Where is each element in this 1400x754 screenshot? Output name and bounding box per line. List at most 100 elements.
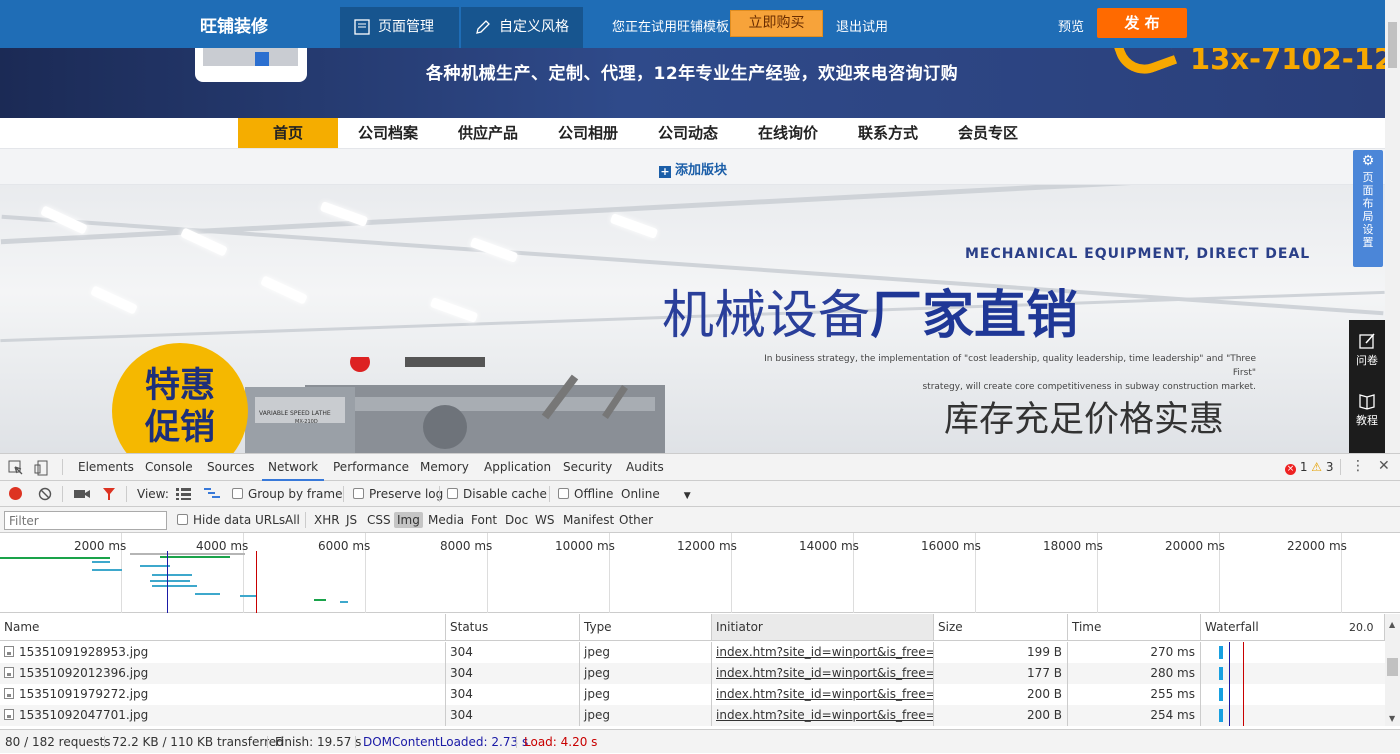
requests-table: Name Status Type Initiator Size Time Wat… xyxy=(0,614,1385,726)
disable-cache-checkbox[interactable]: Disable cache xyxy=(447,487,547,501)
waterfall-view-icon[interactable] xyxy=(204,488,220,500)
hide-data-urls-checkbox[interactable]: Hide data URLs xyxy=(177,513,285,527)
column-header-initiator[interactable]: Initiator xyxy=(712,614,934,641)
row-initiator-link[interactable]: index.htm?site_id=winport&is_free=fal... xyxy=(716,666,933,680)
buy-now-button[interactable]: 立即购买 xyxy=(730,10,823,37)
row-initiator[interactable]: index.htm?site_id=winport&is_free=fal... xyxy=(712,705,934,726)
page-manage-tab[interactable]: 页面管理 xyxy=(340,7,459,48)
row-size: 199 B xyxy=(934,642,1068,663)
column-header-time[interactable]: Time xyxy=(1068,614,1201,641)
custom-style-tab[interactable]: 自定义风格 xyxy=(461,7,583,48)
tutorial-button[interactable]: 教程 xyxy=(1349,392,1385,428)
filter-js[interactable]: JS xyxy=(346,513,357,527)
nav-item-company-profile[interactable]: 公司档案 xyxy=(338,118,438,148)
scroll-down-icon[interactable]: ▼ xyxy=(1389,714,1395,723)
waterfall-label: Waterfall xyxy=(1205,620,1259,634)
filter-other[interactable]: Other xyxy=(619,513,653,527)
survey-button[interactable]: 问卷 xyxy=(1349,332,1385,368)
row-initiator-link[interactable]: index.htm?site_id=winport&is_free=fal... xyxy=(716,687,933,701)
capture-screenshots-icon[interactable] xyxy=(74,488,90,500)
more-options-icon[interactable]: ⋮ xyxy=(1351,458,1365,474)
site-slogan: 各种机械生产、定制、代理，12年专业生产经验，欢迎来电咨询订购 xyxy=(426,64,959,84)
tab-sources[interactable]: Sources xyxy=(207,454,254,481)
overview-request-bar xyxy=(130,553,245,555)
tab-security[interactable]: Security xyxy=(563,454,612,481)
requests-scrollbar[interactable]: ▲ ▼ xyxy=(1385,614,1400,726)
device-toolbar-icon[interactable] xyxy=(34,460,50,476)
nav-item-inquiry[interactable]: 在线询价 xyxy=(738,118,838,148)
checkbox-box xyxy=(353,488,364,499)
row-initiator[interactable]: index.htm?site_id=winport&is_free=fal... xyxy=(712,663,934,684)
banner-description: In business strategy, the implementation… xyxy=(740,352,1256,394)
filter-font[interactable]: Font xyxy=(471,513,497,527)
row-name-text: 15351092047701.jpg xyxy=(19,708,149,722)
overview-request-bar xyxy=(152,585,197,587)
filter-css[interactable]: CSS xyxy=(367,513,391,527)
scroll-up-icon[interactable]: ▲ xyxy=(1389,620,1395,629)
add-block-button[interactable]: + 添加版块 xyxy=(659,159,727,178)
filter-media[interactable]: Media xyxy=(428,513,464,527)
filter-doc[interactable]: Doc xyxy=(505,513,528,527)
tab-application[interactable]: Application xyxy=(484,454,551,481)
page-scrollbar-thumb[interactable] xyxy=(1388,22,1397,68)
list-view-icon[interactable] xyxy=(176,488,191,500)
checkbox-box xyxy=(232,488,243,499)
nav-item-news[interactable]: 公司动态 xyxy=(638,118,738,148)
overview-tick: 2000 ms xyxy=(74,539,127,553)
image-file-icon xyxy=(4,709,14,720)
filter-all[interactable]: All xyxy=(285,513,300,527)
nav-item-album[interactable]: 公司相册 xyxy=(538,118,638,148)
row-initiator[interactable]: index.htm?site_id=winport&is_free=fal... xyxy=(712,642,934,663)
column-header-name[interactable]: Name xyxy=(0,614,446,641)
page-scrollbar[interactable] xyxy=(1385,0,1400,453)
column-header-type[interactable]: Type xyxy=(580,614,712,641)
requests-scrollbar-thumb[interactable] xyxy=(1387,658,1398,676)
tab-network[interactable]: Network xyxy=(262,454,325,481)
table-row[interactable]: 15351092047701.jpg 304 jpeg index.htm?si… xyxy=(0,705,1385,726)
column-header-size[interactable]: Size xyxy=(934,614,1068,641)
preserve-log-checkbox[interactable]: Preserve log xyxy=(353,487,443,501)
tab-elements[interactable]: Elements xyxy=(78,454,134,481)
overview-request-bar xyxy=(152,574,192,576)
inspect-element-icon[interactable] xyxy=(8,460,24,476)
table-row[interactable]: 15351091979272.jpg 304 jpeg index.htm?si… xyxy=(0,684,1385,705)
divider xyxy=(516,736,517,748)
column-header-status[interactable]: Status xyxy=(446,614,580,641)
table-row[interactable]: 15351091928953.jpg 304 jpeg index.htm?si… xyxy=(0,642,1385,663)
filter-img[interactable]: Img xyxy=(394,512,423,528)
row-initiator-link[interactable]: index.htm?site_id=winport&is_free=fal... xyxy=(716,645,933,659)
clear-icon[interactable] xyxy=(38,487,52,501)
network-overview[interactable]: 2000 ms 4000 ms 6000 ms 8000 ms 10000 ms… xyxy=(0,533,1400,613)
table-row[interactable]: 15351092012396.jpg 304 jpeg index.htm?si… xyxy=(0,663,1385,684)
error-count[interactable]: × 1 ⚠ 3 xyxy=(1285,460,1334,475)
waterfall-bar xyxy=(1219,709,1223,722)
nav-item-products[interactable]: 供应产品 xyxy=(438,118,538,148)
nav-item-members[interactable]: 会员专区 xyxy=(938,118,1038,148)
filter-ws[interactable]: WS xyxy=(535,513,554,527)
group-by-frame-checkbox[interactable]: Group by frame xyxy=(232,487,342,501)
column-header-waterfall[interactable]: Waterfall 20.0 xyxy=(1201,614,1385,641)
row-initiator[interactable]: index.htm?site_id=winport&is_free=fal... xyxy=(712,684,934,705)
nav-item-home[interactable]: 首页 xyxy=(238,118,338,148)
filter-icon[interactable] xyxy=(102,487,116,501)
tab-performance[interactable]: Performance xyxy=(333,454,409,481)
throttle-select[interactable]: Online ▼ xyxy=(621,487,691,501)
offline-checkbox[interactable]: Offline xyxy=(558,487,613,501)
layout-settings-button[interactable]: ⚙ 页面布局设置 xyxy=(1353,150,1383,267)
close-icon[interactable]: ✕ xyxy=(1378,458,1390,474)
exit-trial-link[interactable]: 退出试用 xyxy=(836,16,888,35)
filter-manifest[interactable]: Manifest xyxy=(563,513,614,527)
row-time: 270 ms xyxy=(1068,642,1201,663)
nav-item-contact[interactable]: 联系方式 xyxy=(838,118,938,148)
record-button[interactable] xyxy=(9,487,22,500)
banner-desc-line1: In business strategy, the implementation… xyxy=(764,354,1256,378)
tab-memory[interactable]: Memory xyxy=(420,454,469,481)
publish-button[interactable]: 发 布 xyxy=(1097,8,1187,38)
filter-input[interactable] xyxy=(4,511,167,530)
row-initiator-link[interactable]: index.htm?site_id=winport&is_free=fal... xyxy=(716,708,933,722)
preview-link[interactable]: 预览 xyxy=(1058,16,1084,35)
load-marker xyxy=(1243,663,1244,684)
tab-audits[interactable]: Audits xyxy=(626,454,664,481)
filter-xhr[interactable]: XHR xyxy=(314,513,340,527)
tab-console[interactable]: Console xyxy=(145,454,193,481)
